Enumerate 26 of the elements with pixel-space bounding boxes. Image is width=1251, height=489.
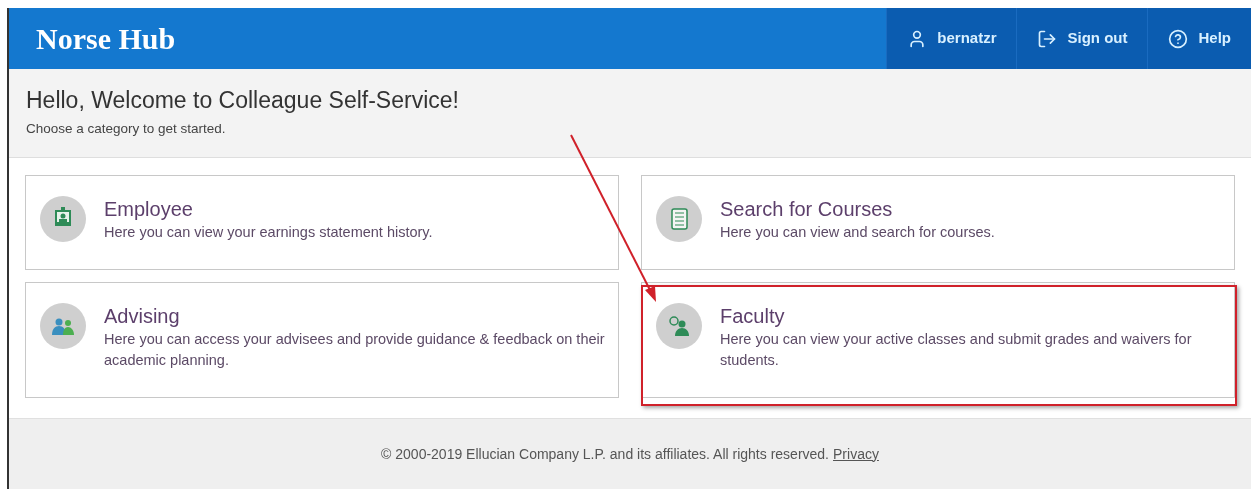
nav-link[interactable]: Help (1147, 8, 1251, 69)
category-card[interactable]: Employee Here you can view your earnings statement history. (25, 175, 619, 270)
privacy-link[interactable]: Privacy (833, 443, 879, 465)
card-title: Employee (104, 197, 194, 222)
welcome-title: Hello, Welcome to Colleague Self-Service! (26, 86, 460, 115)
welcome-subtitle: Choose a category to get started. (26, 120, 227, 138)
site-title: Norse Hub (36, 21, 176, 57)
card-description: Here you can view your active classes and submit grades and waivers for students. (720, 330, 1193, 370)
card-title: Faculty (720, 304, 786, 329)
help-icon (1168, 28, 1189, 49)
category-icon (656, 303, 702, 349)
category-card[interactable]: Search for Courses Here you can view and search for courses. (641, 175, 1235, 270)
card-description: Here you can access your advisees and provide guidance & feedback on their academic planning. (104, 330, 606, 370)
category-icon (656, 196, 702, 242)
card-description: Here you can view and search for courses. (720, 223, 995, 242)
copyright-text: © 2000-2019 Ellucian Company L.P. and its affiliates. All rights reserved. (381, 444, 829, 464)
card-title: Advising (104, 304, 181, 329)
nav-link[interactable]: Sign out (1016, 8, 1148, 69)
card-title: Search for Courses (720, 197, 894, 222)
category-icon (40, 303, 86, 349)
nav-link[interactable]: bernatzr (886, 8, 1017, 69)
category-card[interactable]: Faculty Here you can view your active classes and submit grades and waivers for students. (641, 282, 1235, 398)
sign-out-icon (1037, 28, 1058, 49)
category-icon (40, 196, 86, 242)
category-card[interactable]: Advising Here you can access your advisees and provide guidance & feedback on their academic planning. (25, 282, 619, 398)
card-description: Here you can view your earnings statement history. (104, 223, 433, 242)
